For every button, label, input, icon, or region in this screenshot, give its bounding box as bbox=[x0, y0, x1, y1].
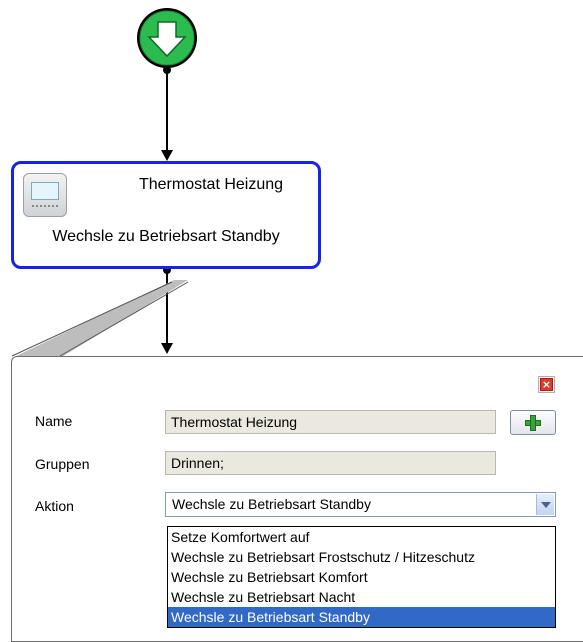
action-option[interactable]: Setze Komfortwert auf bbox=[168, 527, 555, 547]
action-option[interactable]: Wechsle zu Betriebsart Komfort bbox=[168, 567, 555, 587]
groups-label: Gruppen bbox=[35, 456, 90, 472]
add-button[interactable] bbox=[510, 410, 556, 435]
name-label: Name bbox=[35, 413, 73, 429]
connector-arrowhead bbox=[161, 150, 173, 161]
start-node[interactable] bbox=[137, 8, 197, 68]
action-option-selected[interactable]: Wechsle zu Betriebsart Standby bbox=[168, 607, 555, 627]
action-select[interactable]: Wechsle zu Betriebsart Standby bbox=[165, 492, 556, 517]
node-action: Wechsle zu Betriebsart Standby bbox=[52, 228, 280, 245]
close-button[interactable]: × bbox=[538, 376, 555, 393]
name-field[interactable]: Thermostat Heizung bbox=[165, 410, 496, 434]
action-option[interactable]: Wechsle zu Betriebsart Nacht bbox=[168, 587, 555, 607]
groups-field[interactable]: Drinnen; bbox=[165, 451, 496, 475]
node-title: Thermostat Heizung bbox=[138, 176, 284, 193]
connector-arrowhead bbox=[161, 343, 173, 354]
action-label: Aktion bbox=[35, 498, 74, 514]
callout-wedge bbox=[12, 280, 188, 358]
action-options-list[interactable]: Setze Komfortwert auf Wechsle zu Betrieb… bbox=[167, 526, 556, 628]
action-option[interactable]: Wechsle zu Betriebsart Frostschutz / Hit… bbox=[168, 547, 555, 567]
close-icon: × bbox=[540, 378, 553, 391]
action-select-value: Wechsle zu Betriebsart Standby bbox=[172, 496, 371, 512]
chevron-down-icon[interactable] bbox=[536, 494, 554, 515]
action-node[interactable]: Thermostat Heizung Wechsle zu Betriebsar… bbox=[11, 161, 321, 269]
plus-icon bbox=[525, 415, 541, 431]
callout-edge bbox=[11, 281, 173, 357]
